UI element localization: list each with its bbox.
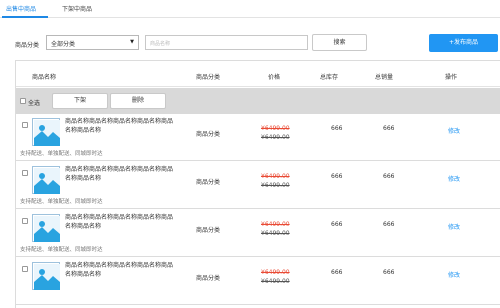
original-price: ¥6499.00: [261, 182, 290, 189]
edit-link[interactable]: 修改: [448, 222, 460, 231]
tab-on-sale[interactable]: 出售中商品: [6, 4, 36, 13]
category-select-value: 全部分类: [51, 41, 76, 48]
bulk-off-shelf-button[interactable]: 下架: [52, 93, 108, 109]
delivery-note: 支持配送、单独配送、同城即时达: [20, 151, 103, 157]
total-sales: 666: [383, 269, 395, 276]
total-stock: 666: [331, 125, 343, 132]
header-price: 价格: [268, 74, 281, 81]
sale-price: ¥6499.00: [261, 125, 290, 132]
total-stock: 666: [331, 269, 343, 276]
row-checkbox[interactable]: [22, 218, 28, 224]
header-total-stock: 总库存: [320, 74, 339, 81]
edit-link[interactable]: 修改: [448, 126, 460, 135]
product-category: 商品分类: [196, 227, 221, 234]
row-checkbox[interactable]: [22, 266, 28, 272]
delivery-note: 支持配送、单独配送、同城即时达: [20, 199, 103, 205]
bulk-action-bar: 全选 下架 删除: [16, 88, 500, 114]
header-actions: 操作: [445, 74, 458, 81]
search-placeholder: 商品名称: [150, 41, 171, 47]
edit-link[interactable]: 修改: [448, 270, 460, 279]
publish-product-button[interactable]: +发布商品: [429, 34, 498, 52]
image-placeholder-icon: [32, 166, 60, 194]
tab-bar: 出售中商品 下架中商品: [0, 0, 500, 18]
sale-price: ¥6499.00: [261, 269, 290, 276]
table-header: 商品名称 商品分类 价格 总库存 总销量 操作: [16, 61, 500, 87]
header-total-sales: 总销量: [375, 74, 394, 81]
tab-off-shelf[interactable]: 下架中商品: [62, 4, 92, 13]
search-input[interactable]: 商品名称: [145, 35, 308, 50]
original-price: ¥6499.00: [261, 230, 290, 237]
product-category: 商品分类: [196, 131, 221, 138]
product-name: 商品名称商品名称商品名称商品名称商品名称商品名称: [65, 214, 174, 230]
product-table: 商品名称 商品分类 价格 总库存 总销量 操作 全选 下架 删除 商品名称商品名…: [15, 60, 500, 308]
search-button[interactable]: 搜索: [312, 34, 367, 51]
image-placeholder-icon: [32, 118, 60, 146]
header-product-name: 商品名称: [32, 74, 57, 81]
table-row: 商品名称商品名称商品名称商品名称商品名称商品名称 支持配送、单独配送、同城即时达…: [16, 162, 500, 209]
product-name: 商品名称商品名称商品名称商品名称商品名称商品名称: [65, 166, 174, 182]
total-sales: 666: [383, 221, 395, 228]
select-all-label: 全选: [28, 100, 41, 107]
bulk-delete-button[interactable]: 删除: [110, 93, 166, 109]
select-all-checkbox[interactable]: [20, 98, 26, 104]
row-checkbox[interactable]: [22, 122, 28, 128]
product-category: 商品分类: [196, 275, 221, 282]
total-sales: 666: [383, 173, 395, 180]
product-name: 商品名称商品名称商品名称商品名称商品名称商品名称: [65, 262, 174, 278]
image-placeholder-icon: [32, 262, 60, 290]
total-sales: 666: [383, 125, 395, 132]
row-checkbox[interactable]: [22, 170, 28, 176]
caret-down-icon: ▼: [130, 39, 134, 45]
delivery-note: 支持配送、单独配送、同城即时达: [20, 247, 103, 253]
product-category: 商品分类: [196, 179, 221, 186]
active-tab-indicator: [2, 16, 48, 18]
original-price: ¥6499.00: [261, 278, 290, 285]
table-row: 商品名称商品名称商品名称商品名称商品名称商品名称 商品分类 ¥6499.00 ¥…: [16, 258, 500, 305]
original-price: ¥6499.00: [261, 134, 290, 141]
header-category: 商品分类: [196, 74, 221, 81]
sale-price: ¥6499.00: [261, 221, 290, 228]
sale-price: ¥6499.00: [261, 173, 290, 180]
image-placeholder-icon: [32, 214, 60, 242]
category-select[interactable]: 全部分类 ▼: [46, 35, 139, 50]
table-row: 商品名称商品名称商品名称商品名称商品名称商品名称 支持配送、单独配送、同城即时达…: [16, 114, 500, 161]
edit-link[interactable]: 修改: [448, 174, 460, 183]
product-name: 商品名称商品名称商品名称商品名称商品名称商品名称: [65, 118, 174, 134]
table-row: 商品名称商品名称商品名称商品名称商品名称商品名称 支持配送、单独配送、同城即时达…: [16, 210, 500, 257]
total-stock: 666: [331, 221, 343, 228]
total-stock: 666: [331, 173, 343, 180]
category-filter-label: 商品分类: [15, 42, 40, 49]
